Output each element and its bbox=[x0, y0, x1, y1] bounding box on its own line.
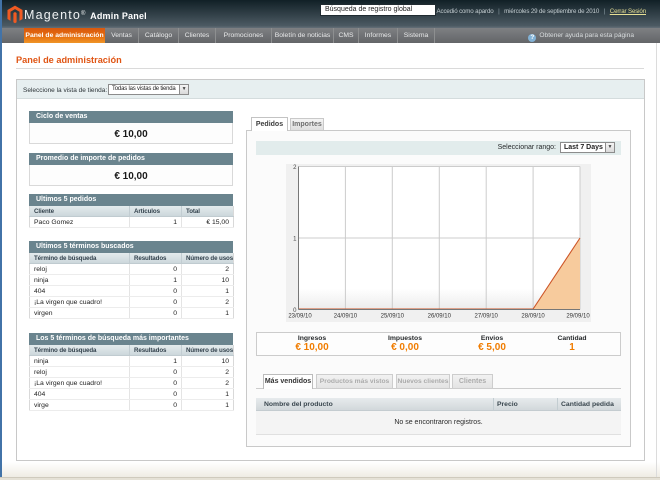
svg-text:25/09/10: 25/09/10 bbox=[381, 314, 405, 320]
svg-text:26/09/10: 26/09/10 bbox=[428, 314, 452, 320]
svg-text:29/09/10: 29/09/10 bbox=[566, 314, 590, 320]
svg-text:24/09/10: 24/09/10 bbox=[334, 314, 358, 320]
svg-text:23/09/10: 23/09/10 bbox=[288, 314, 312, 320]
svg-text:27/09/10: 27/09/10 bbox=[475, 314, 499, 320]
svg-text:28/09/10: 28/09/10 bbox=[521, 314, 545, 320]
